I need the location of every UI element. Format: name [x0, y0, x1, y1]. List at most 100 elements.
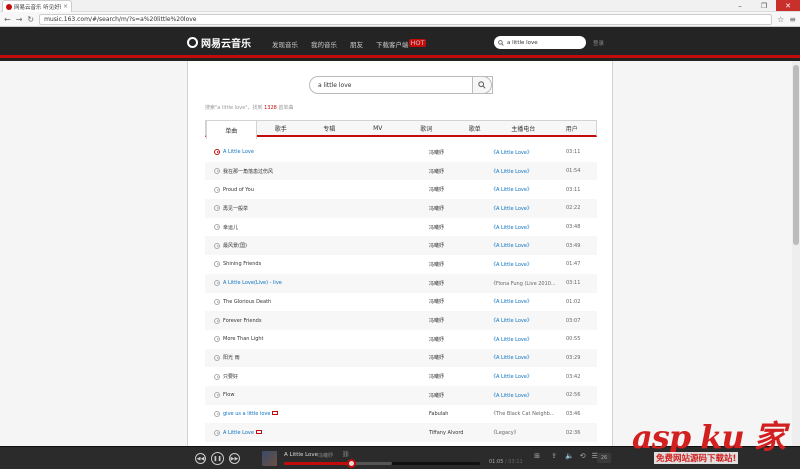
- song-name[interactable]: 最风景(国): [223, 242, 429, 249]
- song-name[interactable]: A Little Love: [223, 149, 429, 155]
- star-icon[interactable]: ☆: [777, 15, 784, 24]
- add-to-playlist-icon[interactable]: ⊞: [532, 452, 542, 460]
- restore-icon[interactable]: ❐: [752, 0, 776, 11]
- tab-artists[interactable]: 歌手: [257, 121, 306, 135]
- song-album[interactable]: 《A Little Love》: [491, 354, 566, 361]
- song-name[interactable]: give us a little love: [223, 411, 270, 417]
- song-artist[interactable]: 冯曦妤: [429, 336, 491, 343]
- song-name[interactable]: 幸运儿: [223, 224, 429, 231]
- share-icon[interactable]: ⇪: [549, 452, 559, 460]
- play-icon[interactable]: [214, 168, 220, 175]
- play-icon[interactable]: [214, 317, 220, 324]
- song-album[interactable]: 《A Little Love》: [491, 298, 566, 305]
- table-row[interactable]: A Little Love(Live) - live 冯曦妤 《Fiona Fu…: [205, 273, 597, 293]
- play-icon[interactable]: [214, 149, 220, 156]
- table-row[interactable]: A Little Love 冯曦妤 《A Little Love》 03:11: [205, 143, 597, 162]
- song-name[interactable]: 再见一般举: [223, 205, 429, 212]
- song-name[interactable]: More Than Light: [223, 336, 429, 342]
- table-row[interactable]: The Glorious Death 冯曦妤 《A Little Love》 0…: [205, 293, 597, 312]
- mv-icon[interactable]: [272, 411, 279, 416]
- table-row[interactable]: Flow 冯曦妤 《A Little Love》 02:56: [205, 385, 597, 405]
- song-album[interactable]: 《Legacy》: [491, 429, 566, 436]
- tab-users[interactable]: 用户: [548, 121, 597, 135]
- table-row[interactable]: Shining Friends 冯曦妤 《A Little Love》 01:4…: [205, 255, 597, 274]
- song-artist[interactable]: 冯曦妤: [429, 298, 491, 305]
- song-name[interactable]: Proud of You: [223, 187, 429, 193]
- table-row[interactable]: A Little Love Tiffany Alvord 《Legacy》 02…: [205, 423, 597, 442]
- player-title[interactable]: A Little Love: [284, 452, 318, 458]
- volume-icon[interactable]: 🔈: [565, 452, 574, 460]
- table-row[interactable]: give us a little love Fabulah 《The Black…: [205, 405, 597, 424]
- tab-close-icon[interactable]: ×: [63, 3, 68, 10]
- tab-albums[interactable]: 专辑: [305, 121, 354, 135]
- song-album[interactable]: 《A Little Love》: [491, 205, 566, 212]
- table-row[interactable]: 幸运儿 冯曦妤 《A Little Love》 03:48: [205, 218, 597, 237]
- reload-icon[interactable]: ↻: [27, 15, 34, 24]
- loop-icon[interactable]: ⟲: [580, 452, 586, 460]
- song-artist[interactable]: 冯曦妤: [429, 354, 491, 361]
- table-row[interactable]: 我在那一角落患过伤风 冯曦妤 《A Little Love》 01:54: [205, 161, 597, 181]
- page-scrollbar[interactable]: [792, 61, 800, 446]
- main-search-button[interactable]: [472, 76, 492, 94]
- album-cover[interactable]: [262, 451, 277, 466]
- nav-discover[interactable]: 发现音乐: [272, 39, 298, 49]
- play-icon[interactable]: [214, 224, 220, 231]
- back-icon[interactable]: ←: [4, 15, 11, 24]
- mv-icon[interactable]: [255, 430, 262, 435]
- play-icon[interactable]: [214, 336, 220, 343]
- song-artist[interactable]: 冯曦妤: [429, 168, 491, 175]
- song-album[interactable]: 《Fiona Fung (Live 2010...: [491, 280, 566, 287]
- tab-radio[interactable]: 主播电台: [499, 121, 548, 135]
- playlist-count[interactable]: 26: [597, 453, 611, 463]
- song-album[interactable]: 《A Little Love》: [491, 186, 566, 193]
- song-album[interactable]: 《A Little Love》: [491, 317, 566, 324]
- table-row[interactable]: Proud of You 冯曦妤 《A Little Love》 03:11: [205, 180, 597, 199]
- play-icon[interactable]: [214, 205, 220, 212]
- close-window-icon[interactable]: ✕: [776, 0, 800, 11]
- tab-mv[interactable]: MV: [354, 121, 403, 135]
- play-icon[interactable]: [214, 354, 220, 361]
- song-album[interactable]: 《A Little Love》: [491, 242, 566, 249]
- table-row[interactable]: 阳光 雨 冯曦妤 《A Little Love》 03:29: [205, 348, 597, 368]
- song-name[interactable]: Flow: [223, 392, 429, 398]
- table-row[interactable]: 只要好 冯曦妤 《A Little Love》 03:42: [205, 367, 597, 386]
- song-artist[interactable]: Fabulah: [429, 411, 491, 417]
- song-artist[interactable]: 冯曦妤: [429, 373, 491, 380]
- table-row[interactable]: Forever Friends 冯曦妤 《A Little Love》 03:0…: [205, 311, 597, 330]
- song-name[interactable]: 阳光 雨: [223, 354, 429, 361]
- tab-lyrics[interactable]: 歌词: [402, 121, 451, 135]
- play-icon[interactable]: [214, 298, 220, 305]
- nav-my-music[interactable]: 我的音乐: [311, 39, 337, 49]
- site-logo[interactable]: 网易云音乐: [187, 35, 251, 50]
- menu-icon[interactable]: ≡: [789, 15, 796, 24]
- play-icon[interactable]: [214, 261, 220, 268]
- browser-tab[interactable]: 网易云音乐 听见好时 ×: [2, 0, 72, 12]
- song-artist[interactable]: 冯曦妤: [429, 205, 491, 212]
- song-name[interactable]: Shining Friends: [223, 261, 429, 267]
- song-artist[interactable]: Tiffany Alvord: [429, 430, 491, 436]
- play-icon[interactable]: [214, 392, 220, 399]
- header-search-input[interactable]: a little love: [494, 36, 586, 49]
- song-album[interactable]: 《A Little Love》: [491, 261, 566, 268]
- login-link[interactable]: 登录: [593, 39, 604, 47]
- progress-track[interactable]: [284, 459, 480, 468]
- song-name[interactable]: A Little Love(Live) - live: [223, 280, 429, 286]
- song-artist[interactable]: 冯曦妤: [429, 242, 491, 249]
- play-icon[interactable]: [214, 242, 220, 249]
- main-search-input[interactable]: a little love: [309, 76, 493, 94]
- table-row[interactable]: More Than Light 冯曦妤 《A Little Love》 00:5…: [205, 330, 597, 349]
- table-row[interactable]: 最风景(国) 冯曦妤 《A Little Love》 03:49: [205, 236, 597, 256]
- player-artist[interactable]: 冯曦妤: [318, 452, 333, 459]
- song-name[interactable]: 只要好: [223, 373, 429, 380]
- song-album[interactable]: 《A Little Love》: [491, 168, 566, 175]
- song-album[interactable]: 《A Little Love》: [491, 224, 566, 231]
- song-artist[interactable]: 冯曦妤: [429, 317, 491, 324]
- song-artist[interactable]: 冯曦妤: [429, 186, 491, 193]
- play-icon[interactable]: [214, 373, 220, 380]
- prev-icon[interactable]: ◀◀: [195, 453, 206, 464]
- song-album[interactable]: 《The Black Cat Neighb...: [491, 410, 566, 417]
- play-icon[interactable]: [214, 280, 220, 287]
- nav-friends[interactable]: 朋友: [350, 39, 363, 49]
- scrollbar-thumb[interactable]: [793, 65, 799, 245]
- song-artist[interactable]: 冯曦妤: [429, 280, 491, 287]
